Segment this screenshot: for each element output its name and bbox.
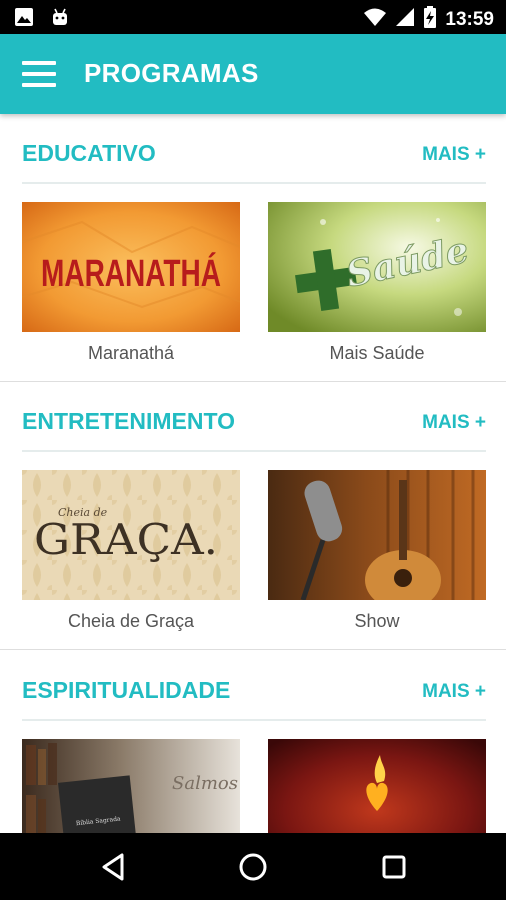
image-icon xyxy=(14,7,34,32)
recents-icon[interactable] xyxy=(378,851,410,883)
thumbnail-title: Salmos xyxy=(172,773,238,794)
program-title: Maranathá xyxy=(87,343,175,363)
status-system: 13:59 xyxy=(363,6,494,33)
program-card-espiritualidade-2[interactable] xyxy=(268,739,486,833)
program-card-show[interactable]: Show xyxy=(268,470,486,632)
section-title: EDUCATIVO xyxy=(22,140,156,166)
program-thumbnail xyxy=(268,470,486,600)
more-button[interactable]: MAIS + xyxy=(422,681,486,703)
section-educativo: EDUCATIVO MAIS + MARANATHÁ Maranathá xyxy=(0,114,506,382)
section-header: ENTRETENIMENTO MAIS + xyxy=(22,404,486,452)
program-card-salmos[interactable]: Bíblia Sagrada Salmos xyxy=(22,739,240,833)
section-title: ESPIRITUALIDADE xyxy=(22,677,231,703)
program-thumbnail: Cheia de GRAÇA. xyxy=(22,470,240,600)
back-icon[interactable] xyxy=(98,851,130,883)
program-title: Cheia de Graça xyxy=(67,611,195,631)
program-card-cheia-de-graca[interactable]: Cheia de GRAÇA. Cheia de Graça xyxy=(22,470,240,632)
more-button[interactable]: MAIS + xyxy=(422,412,486,434)
navigation-bar xyxy=(0,833,506,900)
program-card-maranatha[interactable]: MARANATHÁ Maranathá xyxy=(22,202,240,364)
program-title: Show xyxy=(354,611,400,631)
section-entretenimento: ENTRETENIMENTO MAIS + Cheia de GRAÇA. Ch… xyxy=(0,382,506,650)
status-bar: 13:59 xyxy=(0,0,506,34)
status-notifications xyxy=(14,7,70,32)
section-divider xyxy=(0,649,506,650)
clock: 13:59 xyxy=(445,8,494,30)
home-icon[interactable] xyxy=(237,851,269,883)
signal-icon xyxy=(395,7,415,32)
section-espiritualidade: ESPIRITUALIDADE MAIS + Bíblia Sagrada Sa… xyxy=(0,651,506,833)
program-thumbnail: Saúde xyxy=(268,202,486,332)
book-icon: Bíblia Sagrada xyxy=(58,775,137,833)
battery-icon xyxy=(423,6,437,33)
section-title: ENTRETENIMENTO xyxy=(22,408,235,434)
programs-list[interactable]: EDUCATIVO MAIS + MARANATHÁ Maranathá xyxy=(0,114,506,833)
android-icon xyxy=(50,7,70,32)
app-bar: PROGRAMAS xyxy=(0,34,506,114)
section-header: EDUCATIVO MAIS + xyxy=(22,136,486,184)
program-thumbnail xyxy=(268,739,486,833)
program-thumbnail: MARANATHÁ xyxy=(22,202,240,332)
more-button[interactable]: MAIS + xyxy=(422,144,486,166)
program-title: Mais Saúde xyxy=(329,343,425,363)
section-header: ESPIRITUALIDADE MAIS + xyxy=(22,673,486,721)
wifi-icon xyxy=(363,7,387,32)
thumbnail-title: MARANATHÁ xyxy=(41,251,221,295)
program-thumbnail: Bíblia Sagrada Salmos xyxy=(22,739,240,833)
page-title: PROGRAMAS xyxy=(84,58,259,88)
hamburger-menu-icon[interactable] xyxy=(22,61,56,87)
thumbnail-title: GRAÇA. xyxy=(34,515,218,564)
program-card-mais-saude[interactable]: Saúde Mais Saúde xyxy=(268,202,486,364)
